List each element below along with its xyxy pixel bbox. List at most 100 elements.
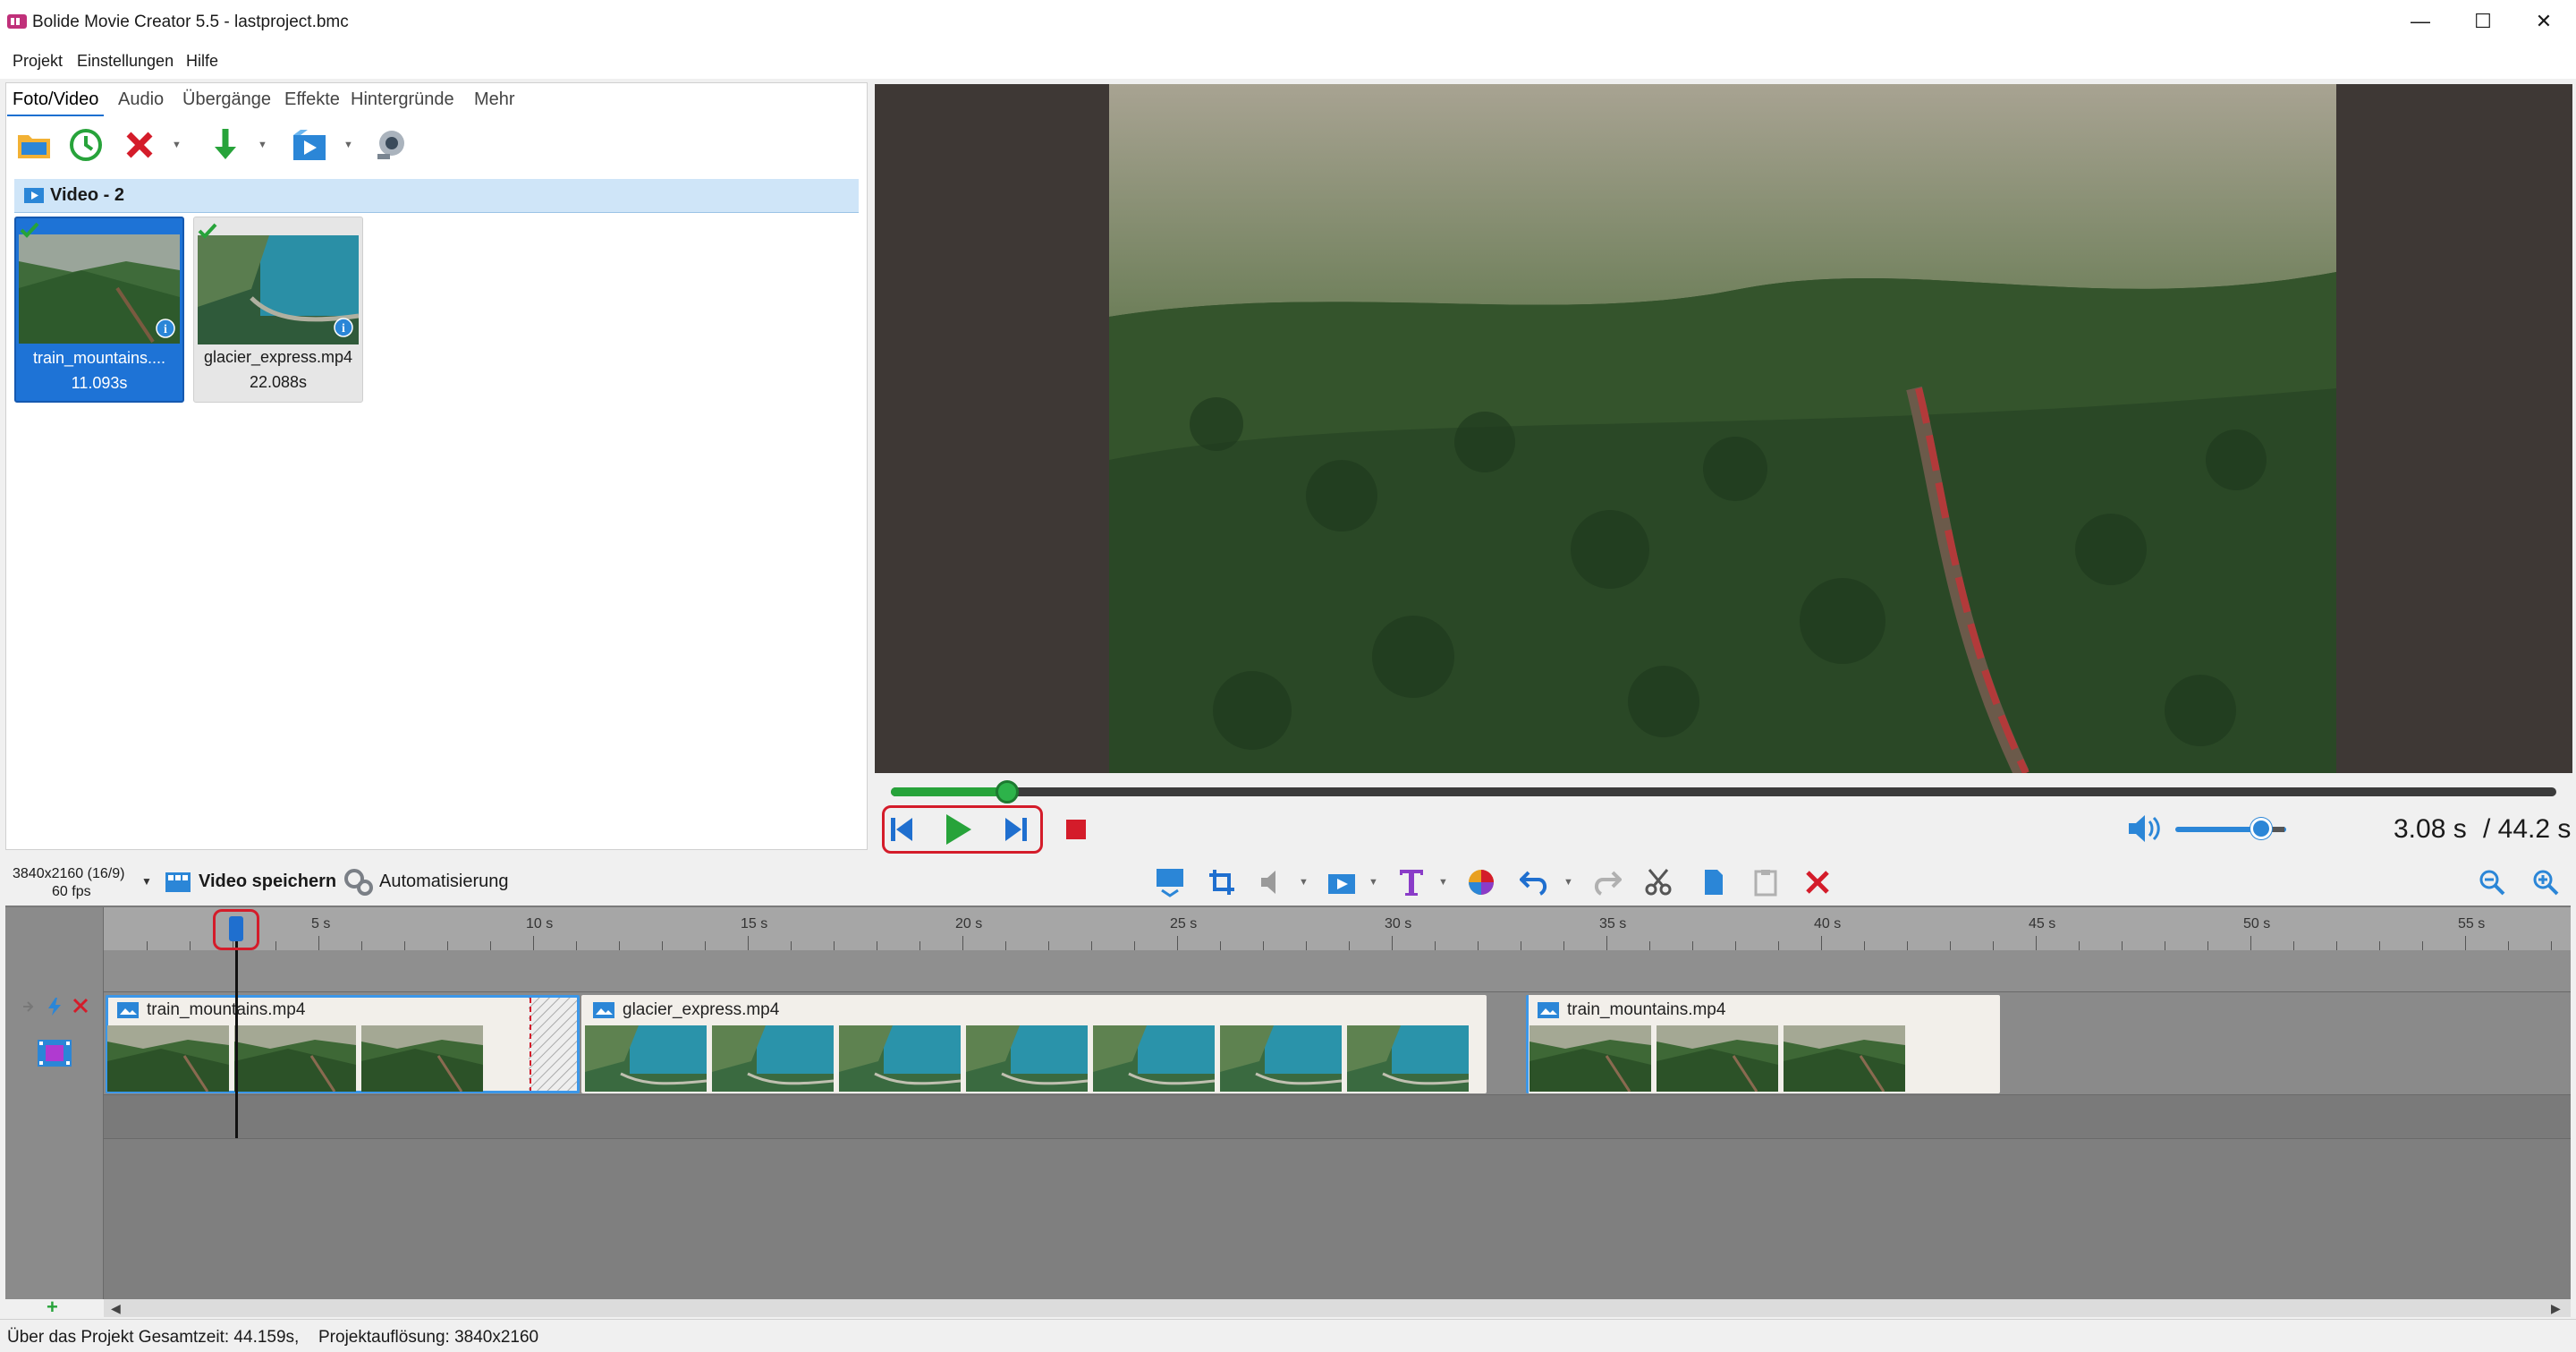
track-header-column [5,907,104,1299]
ruler-label: 50 s [2243,916,2271,931]
zoom-in-icon[interactable] [2528,864,2563,900]
ruler-tick [1048,941,1049,950]
text-dropdown-icon[interactable]: ▼ [1438,877,1449,888]
tab-foto-video[interactable]: Foto/Video [7,84,105,116]
webcam-icon[interactable] [370,125,410,165]
ruler-tick [1005,941,1006,950]
minimize-button[interactable]: — [2388,0,2453,43]
previous-frame-icon[interactable] [889,816,919,843]
ruler-tick [1735,941,1736,950]
clip-frame-thumbnail [966,1025,1088,1092]
maximize-button[interactable]: ☐ [2451,0,2515,43]
playback-progress-track[interactable] [891,787,2556,796]
ruler-tick [705,941,706,950]
video-group-icon [24,188,44,203]
color-wheel-icon[interactable] [1463,864,1499,900]
tab-mehr[interactable]: Mehr [474,89,515,110]
recent-clock-icon[interactable] [66,125,106,165]
redo-icon[interactable] [1589,864,1624,900]
crop-icon[interactable] [1204,864,1240,900]
stop-button[interactable] [1066,820,1086,839]
ruler-tick [2551,941,2552,950]
ruler-tick [1907,941,1908,950]
close-button[interactable]: ✕ [2512,0,2576,43]
menu-projekt[interactable]: Projekt [13,52,63,71]
video-effects-icon[interactable] [290,125,329,165]
mute-icon[interactable] [1256,864,1292,900]
mute-dropdown-icon[interactable]: ▼ [1299,877,1309,888]
ruler-label: 15 s [741,916,768,931]
save-video-icon [165,872,191,892]
save-video-button[interactable]: Video speichern [199,872,336,892]
ruler-tick [1478,941,1479,950]
ruler-tick [1220,941,1221,950]
transition-icon[interactable] [1152,864,1188,900]
clip-video-icon [117,1002,139,1018]
menu-hilfe[interactable]: Hilfe [186,52,218,71]
tab-audio[interactable]: Audio [118,89,164,110]
resolution-dropdown-icon[interactable]: ▼ [141,875,152,888]
checkmark-icon [20,222,39,238]
track-lock-icon[interactable] [21,999,41,1015]
add-track-icon[interactable]: + [47,1296,58,1319]
ruler-tick [1821,936,1822,950]
clip-trim-overhang [529,998,577,1091]
scroll-left-arrow[interactable]: ◀ [111,1301,121,1316]
volume-slider-knob[interactable] [2250,818,2272,839]
tab-effekte[interactable]: Effekte [284,89,340,110]
next-frame-icon[interactable] [998,816,1029,843]
info-icon[interactable]: i [156,319,175,338]
delete-dropdown-icon[interactable]: ▼ [172,140,182,150]
undo-icon[interactable] [1517,864,1553,900]
ruler-tick [1349,941,1350,950]
text-icon[interactable] [1394,864,1429,900]
total-time: / 44.2 s [2483,814,2572,844]
ruler-tick [1435,941,1436,950]
clip-title: glacier_express.mp4 [623,1000,780,1019]
tab-hintergruende[interactable]: Hintergründe [351,89,454,110]
scroll-right-arrow[interactable]: ▶ [2551,1301,2561,1316]
info-icon[interactable]: i [334,318,353,337]
timeline-ruler[interactable] [104,907,2571,950]
volume-icon[interactable] [2127,812,2161,845]
clip-frame-thumbnail [361,1025,483,1092]
zoom-out-icon[interactable] [2474,864,2510,900]
clip-effects-icon[interactable] [1324,864,1360,900]
clip-frame-thumbnail [712,1025,834,1092]
track-remove-icon[interactable] [72,997,89,1015]
fps-label[interactable]: 60 fps [52,884,91,900]
playback-progress-knob[interactable] [996,780,1020,804]
track-effect-icon[interactable] [47,997,63,1016]
undo-dropdown-icon[interactable]: ▼ [1563,877,1574,888]
delete-icon[interactable] [120,125,159,165]
menu-einstellungen[interactable]: Einstellungen [77,52,174,71]
ruler-tick [275,941,276,950]
automation-button[interactable]: Automatisierung [379,872,509,892]
empty-track-area[interactable] [104,1138,2571,1299]
clip-frame-thumbnail [1220,1025,1342,1092]
tab-uebergaenge[interactable]: Übergänge [182,89,271,110]
effects-menu-dropdown-icon[interactable]: ▼ [1368,877,1379,888]
resolution-label[interactable]: 3840x2160 (16/9) [13,864,124,883]
timeline-horizontal-scrollbar[interactable] [104,1299,2571,1317]
effects-dropdown-icon[interactable]: ▼ [343,140,354,150]
media-item-glacier-express[interactable]: i glacier_express.mp4 22.088s [193,217,363,403]
app-logo-icon [7,14,27,29]
cut-icon[interactable] [1640,864,1676,900]
ruler-tick [1091,941,1092,950]
clip-video-icon [593,1002,614,1018]
add-to-timeline-icon[interactable] [206,125,245,165]
add-dropdown-icon[interactable]: ▼ [258,140,268,150]
open-folder-icon[interactable] [14,125,54,165]
ruler-tick [1306,941,1307,950]
ruler-tick [2036,936,2037,950]
copy-icon[interactable] [1694,864,1730,900]
menu-bar [0,43,2576,79]
media-group-header[interactable] [14,179,859,213]
ruler-tick [1649,941,1650,950]
delete-clip-icon[interactable] [1800,864,1835,900]
paste-icon[interactable] [1748,864,1784,900]
media-item-train-mountains[interactable]: i train_mountains.... 11.093s [14,217,184,403]
preview-frame-image [1109,84,2336,773]
play-icon[interactable] [943,812,973,846]
